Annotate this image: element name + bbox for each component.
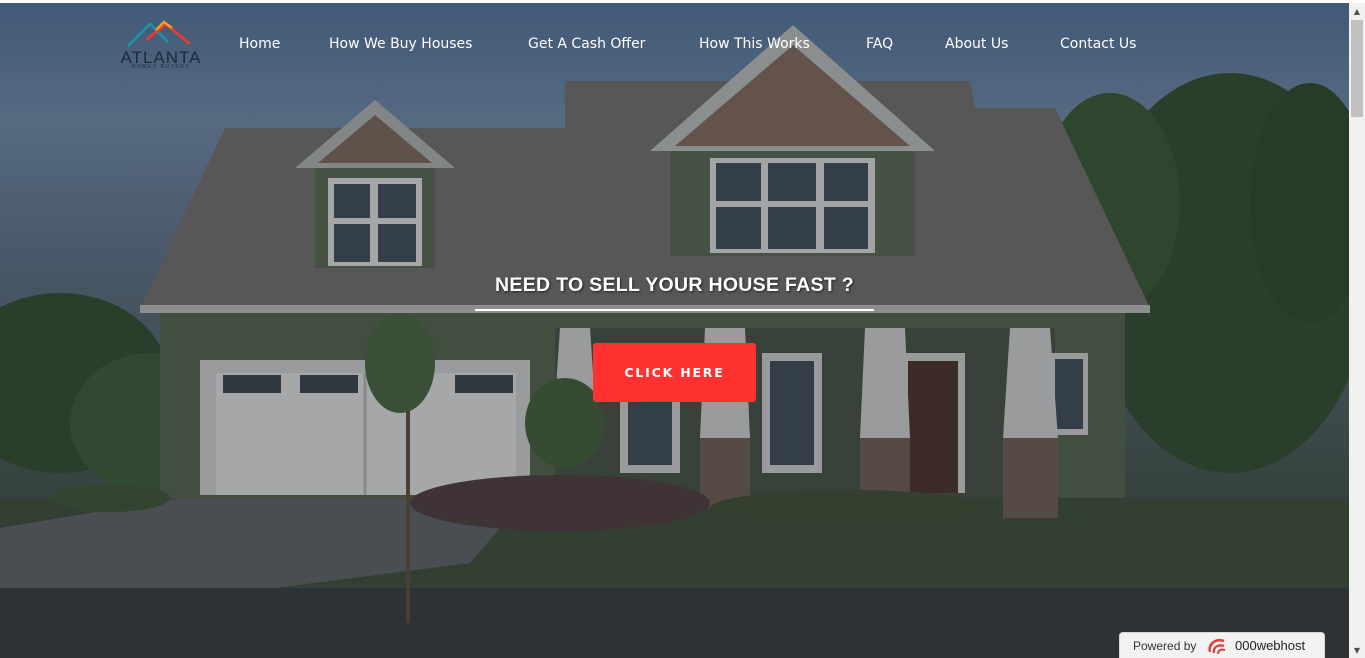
nav-item-about-us[interactable]: About Us xyxy=(945,36,1008,52)
headline-underline xyxy=(475,309,874,311)
site-logo[interactable]: ATLANTA HOMES BUYERS xyxy=(118,18,204,72)
nav-item-how-we-buy-houses[interactable]: How We Buy Houses xyxy=(329,36,472,52)
powered-by-badge[interactable]: Powered by 000webhost xyxy=(1119,632,1325,658)
nav-item-contact-us[interactable]: Contact Us xyxy=(1060,36,1136,52)
logo-tagline: HOMES BUYERS xyxy=(131,64,191,70)
scrollbar-thumb[interactable] xyxy=(1351,20,1363,117)
scroll-down-arrow-icon[interactable]: ▼ xyxy=(1349,642,1365,658)
hero-headline: NEED TO SELL YOUR HOUSE FAST ? xyxy=(495,274,854,296)
hero-section xyxy=(0,3,1349,658)
roof-logo-icon xyxy=(126,20,191,48)
powered-by-brand: 000webhost xyxy=(1235,638,1306,653)
page-scrollbar[interactable]: ▲ ▼ xyxy=(1349,3,1365,658)
nav-item-faq[interactable]: FAQ xyxy=(866,36,893,52)
nav-item-get-a-cash-offer[interactable]: Get A Cash Offer xyxy=(528,36,645,52)
webhost-logo-icon xyxy=(1208,639,1226,655)
dark-overlay xyxy=(0,3,1349,658)
nav-item-how-this-works[interactable]: How This Works xyxy=(699,36,810,52)
click-here-button[interactable]: CLICK HERE xyxy=(593,343,756,402)
powered-by-label: Powered by xyxy=(1133,639,1197,653)
nav-item-home[interactable]: Home xyxy=(239,36,280,52)
scroll-up-arrow-icon[interactable]: ▲ xyxy=(1349,3,1365,19)
